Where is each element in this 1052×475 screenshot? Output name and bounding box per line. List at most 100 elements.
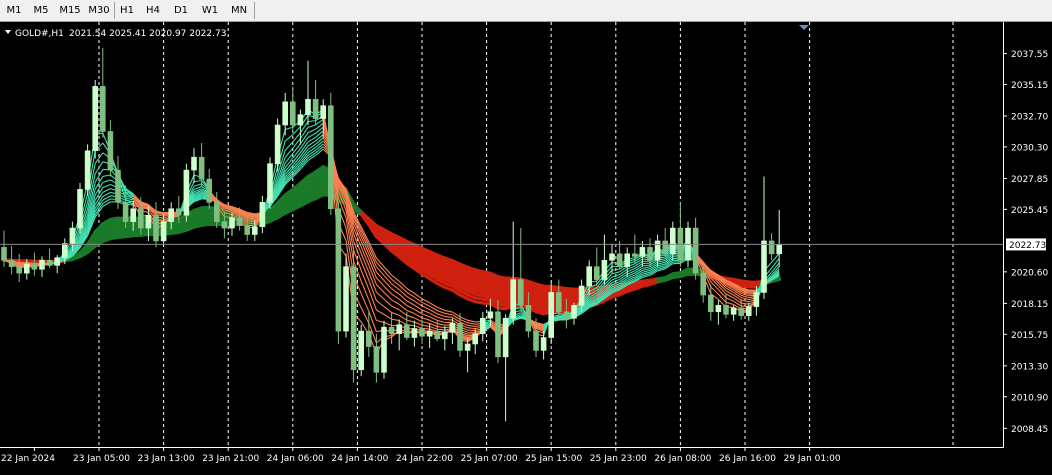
candle [16, 253, 23, 283]
current-price-label: 2022.73 [1006, 238, 1046, 251]
fast-ma-segment [284, 153, 294, 164]
candle-body [578, 285, 585, 306]
tf-button-h1[interactable]: H1 [116, 0, 138, 21]
chart-area[interactable]: GOLD#,H1 2021.54 2025.41 2020.97 2022.73… [0, 22, 1052, 475]
candle-body [297, 114, 304, 126]
candle [616, 240, 623, 270]
fast-ma-segment [375, 257, 385, 268]
candle [77, 182, 83, 234]
fast-ma-segment [771, 258, 780, 269]
candle-body [206, 178, 212, 203]
tf-button-mn[interactable]: MN [226, 0, 252, 21]
candle-body [616, 253, 623, 267]
candle-body [122, 202, 129, 222]
toolbar-separator [114, 2, 115, 19]
candle-body [517, 279, 524, 306]
candle-body [441, 332, 448, 340]
candle [46, 248, 53, 268]
candle-body [555, 292, 562, 313]
fast-ma-segment [436, 306, 446, 311]
candle [388, 311, 395, 344]
shift-marker-icon[interactable] [799, 25, 809, 30]
fast-ma-segment [285, 126, 293, 131]
chart-symbol-label: GOLD#,H1 [15, 29, 64, 39]
candle-body [282, 101, 289, 126]
candle-body [183, 169, 190, 216]
fast-ma-segment [376, 309, 385, 315]
fast-ma-segment [725, 301, 734, 306]
candle-body [464, 343, 471, 351]
candle-body [23, 263, 30, 274]
current-price-text: 2022.73 [1009, 241, 1046, 251]
chart-menu-triangle-icon[interactable] [5, 30, 11, 34]
time-tick-label: 22 Jan 2024 [1, 454, 55, 464]
candle-body [198, 156, 205, 180]
tf-button-w1[interactable]: W1 [196, 0, 224, 21]
candle-body [69, 227, 76, 244]
candle [464, 337, 471, 373]
candle-body [525, 305, 532, 332]
fast-ma-segment [398, 280, 408, 289]
candle [517, 228, 524, 312]
candle-body [396, 324, 403, 334]
candle [350, 247, 357, 383]
fast-ma-segment [717, 289, 727, 299]
candle-body [39, 259, 45, 270]
candle-body [601, 259, 608, 280]
time-tick-label: 25 Jan 23:00 [590, 454, 647, 464]
fast-ma-segment [360, 270, 370, 290]
tf-button-m5[interactable]: M5 [28, 0, 54, 21]
chart-grid [98, 22, 954, 447]
candle [31, 252, 38, 276]
candle-body [84, 150, 91, 190]
price-chart[interactable]: GOLD#,H1 2021.54 2025.41 2020.97 2022.73… [0, 22, 1052, 475]
candle [183, 163, 190, 222]
fast-ma-segment [642, 262, 651, 265]
fast-ma-segment [406, 300, 415, 306]
fast-ma-segment [383, 298, 392, 307]
fast-ma-segment [467, 329, 476, 332]
fast-ma-segment [125, 199, 134, 203]
fast-ma-segment [634, 263, 643, 269]
candle-body [61, 243, 68, 258]
candle [761, 176, 767, 299]
time-tick-label: 23 Jan 21:00 [202, 454, 259, 464]
candle [312, 79, 319, 126]
candle [267, 157, 273, 209]
tf-button-m1[interactable]: M1 [2, 0, 26, 21]
candle-body [692, 227, 699, 274]
candle-body [700, 272, 707, 296]
fast-ma-segment [467, 322, 476, 325]
tf-button-h4[interactable]: H4 [140, 0, 166, 21]
fast-ma-segment [414, 317, 423, 323]
price-tick-label: 2008.45 [1011, 425, 1048, 435]
candle-body [381, 326, 387, 373]
fast-ma-segment [284, 134, 294, 142]
fast-ma-segment [642, 266, 651, 269]
candle [419, 319, 425, 344]
fast-ma-segment [634, 260, 643, 267]
fast-ma-segment [391, 312, 400, 316]
fast-ma-segment [102, 179, 111, 183]
candle-body [479, 317, 486, 334]
fast-ma-segment [437, 326, 445, 329]
fast-ma-segment [315, 134, 324, 142]
candle-body [776, 244, 783, 255]
candle-body [510, 279, 517, 319]
candle-body [669, 227, 676, 255]
tf-button-d1[interactable]: D1 [168, 0, 194, 21]
fast-ma-segment [421, 313, 430, 318]
candle-body [350, 266, 357, 371]
fast-ma-segment [733, 294, 742, 301]
fast-ma-segment [102, 183, 111, 189]
tf-button-m15[interactable]: M15 [56, 0, 84, 21]
candle [510, 221, 517, 325]
candle-body [388, 326, 395, 334]
fast-ma-segment [383, 306, 392, 313]
fast-ma-segment [429, 316, 438, 321]
fast-ma-segment [725, 297, 734, 302]
time-tick-label: 24 Jan 22:00 [396, 454, 453, 464]
candle-body [411, 328, 418, 338]
candle [8, 246, 15, 275]
tf-button-m30[interactable]: M30 [86, 0, 112, 21]
